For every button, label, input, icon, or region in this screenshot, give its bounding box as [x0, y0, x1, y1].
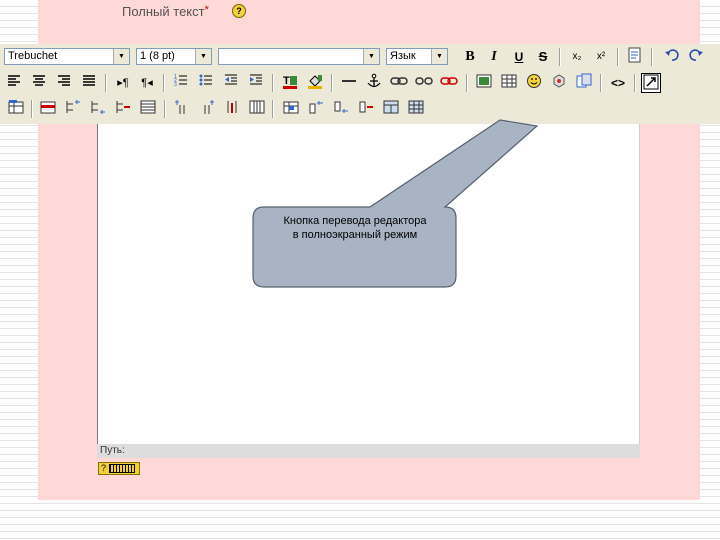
- callout-bubble: [252, 119, 539, 288]
- callout-text: Кнопка перевода редактора в полноэкранны…: [255, 214, 455, 242]
- callout-line-2: в полноэкранный режим: [292, 229, 418, 241]
- callout-line-1: Кнопка перевода редактора: [283, 215, 427, 227]
- callout-shape: [252, 119, 539, 288]
